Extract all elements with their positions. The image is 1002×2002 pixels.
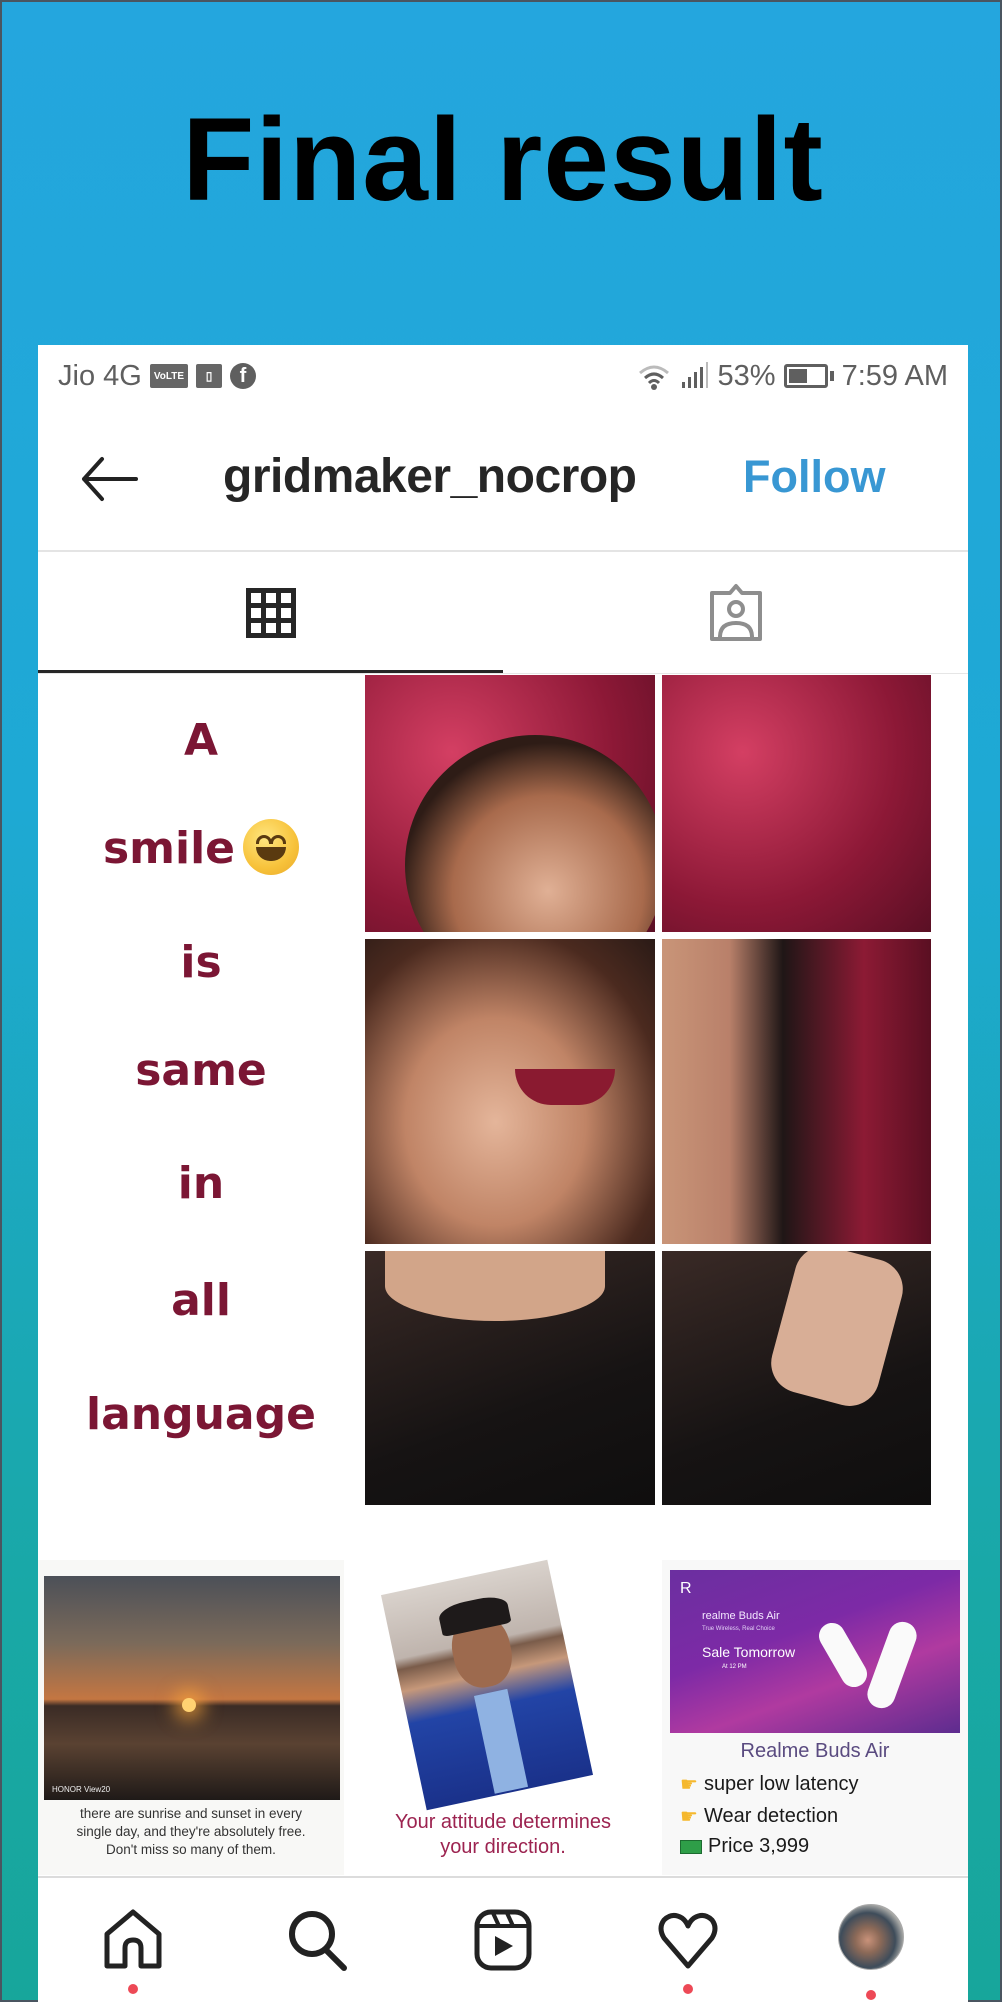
photo-tile[interactable]	[662, 939, 931, 1244]
status-right: 53% 7:59 AM	[636, 360, 948, 393]
feature-text: super low latency	[703, 1773, 859, 1795]
banner-tagline: True Wireless, Real Choice	[702, 1626, 775, 1632]
photo-tile[interactable]	[662, 1251, 931, 1505]
banner-time: At 12 PM	[722, 1664, 747, 1670]
smiling-face-icon	[243, 819, 300, 875]
wifi-icon	[638, 365, 669, 390]
quote-word: in	[177, 1158, 225, 1209]
quote-word: same	[135, 1045, 267, 1096]
realme-banner: R realme Buds Air True Wireless, Real Ch…	[670, 1570, 960, 1733]
post-sunset[interactable]: HONOR View20 there are sunrise and sunse…	[38, 1560, 344, 1875]
tab-tagged[interactable]	[503, 552, 968, 674]
quote-word: all	[171, 1275, 231, 1326]
quote-word: smile	[102, 823, 236, 874]
earbud-icon	[814, 1618, 872, 1692]
nav-search[interactable]	[283, 1908, 353, 1978]
photo-tile[interactable]	[365, 675, 655, 932]
battery-percent: 53%	[717, 359, 776, 392]
caption-line: there are sunrise and sunset in every	[79, 1806, 303, 1821]
phone-screen: Jio 4G VoLTE ▯ f 53% 7:59 AM gridmaker_n…	[38, 345, 968, 2002]
follow-button[interactable]: Follow	[743, 451, 885, 503]
post-caption: there are sunrise and sunset in every si…	[42, 1805, 340, 1859]
signal-icon	[681, 362, 708, 388]
caption-line: Don't miss so many of them.	[106, 1842, 276, 1857]
sun	[182, 1698, 196, 1712]
pointing-hand-icon: ☛	[680, 1806, 698, 1828]
notification-dot	[128, 1984, 138, 1994]
banner-title: Final result	[182, 94, 824, 226]
sunset-photo: HONOR View20	[44, 1576, 340, 1800]
banner-brand: realme Buds Air	[702, 1610, 780, 1622]
feature-line: ☛ super low latency	[680, 1772, 858, 1797]
realme-logo: R	[680, 1580, 692, 1597]
battery-fill	[788, 369, 807, 383]
caption-line: single day, and they're absolutely free.	[76, 1824, 306, 1839]
pointing-hand-icon: ☛	[680, 1774, 698, 1796]
reels-icon	[474, 1909, 532, 1971]
photo-tile[interactable]	[365, 1251, 655, 1505]
caption-line: your direction.	[440, 1836, 566, 1858]
bottom-nav	[38, 1876, 968, 2002]
quote-word: language	[86, 1389, 316, 1440]
portrait-photo	[380, 1559, 594, 1811]
price-line: Price 3,999	[680, 1835, 809, 1858]
carrier-label: Jio 4G	[58, 359, 142, 392]
quote-word-with-emoji: smile	[38, 819, 364, 879]
sim-icon: ▯	[196, 364, 223, 388]
tab-posts-grid[interactable]	[38, 552, 503, 674]
profile-tabs	[38, 552, 968, 674]
status-left: Jio 4G VoLTE ▯ f	[58, 359, 257, 393]
feature-text: Wear detection	[703, 1805, 839, 1827]
nav-home[interactable]	[98, 1908, 168, 1994]
post-attitude[interactable]: Your attitude determines your direction.	[350, 1559, 656, 1875]
search-icon	[289, 1911, 347, 1971]
arrow-left-icon	[82, 457, 138, 501]
notification-dot	[866, 1990, 876, 2000]
post-caption: Your attitude determines your direction.	[350, 1810, 656, 1860]
nav-reels[interactable]	[468, 1908, 538, 1978]
clock: 7:59 AM	[841, 359, 948, 392]
volte-icon: VoLTE	[149, 364, 189, 388]
quote-word: A	[183, 715, 219, 766]
quote-word: is	[180, 937, 222, 988]
feature-line: ☛ Wear detection	[680, 1804, 838, 1829]
money-icon	[680, 1839, 702, 1854]
status-bar: Jio 4G VoLTE ▯ f 53% 7:59 AM	[38, 345, 968, 407]
banner-sale: Sale Tomorrow	[702, 1644, 796, 1660]
heart-icon	[658, 1912, 718, 1969]
posts-row: HONOR View20 there are sunrise and sunse…	[38, 1559, 968, 1875]
avatar	[838, 1904, 904, 1970]
profile-username: gridmaker_nocrop	[223, 450, 637, 503]
notification-dot	[683, 1984, 693, 1994]
tabs-divider	[38, 673, 968, 674]
profile-header: gridmaker_nocrop Follow	[38, 407, 968, 552]
grid-post[interactable]: A smile is same in all language	[38, 675, 968, 1515]
home-icon	[104, 1909, 162, 1969]
back-button[interactable]	[76, 449, 140, 509]
nav-activity[interactable]	[653, 1908, 723, 1994]
photo-tile[interactable]	[365, 939, 655, 1244]
battery-icon	[783, 364, 834, 388]
quote-column: A smile is same in all language	[38, 675, 364, 1505]
post-realme[interactable]: R realme Buds Air True Wireless, Real Ch…	[662, 1560, 968, 1875]
caption-line: Your attitude determines	[394, 1811, 612, 1833]
nav-profile[interactable]	[836, 1904, 906, 2000]
watermark: HONOR View20	[52, 1785, 111, 1794]
photo-tile[interactable]	[662, 675, 931, 932]
product-title: Realme Buds Air	[740, 1740, 890, 1762]
grid-icon	[245, 588, 296, 638]
price-text: Price 3,999	[708, 1835, 810, 1857]
tagged-person-icon	[709, 584, 762, 641]
facebook-icon: f	[230, 363, 257, 389]
earbud-icon	[863, 1617, 921, 1713]
